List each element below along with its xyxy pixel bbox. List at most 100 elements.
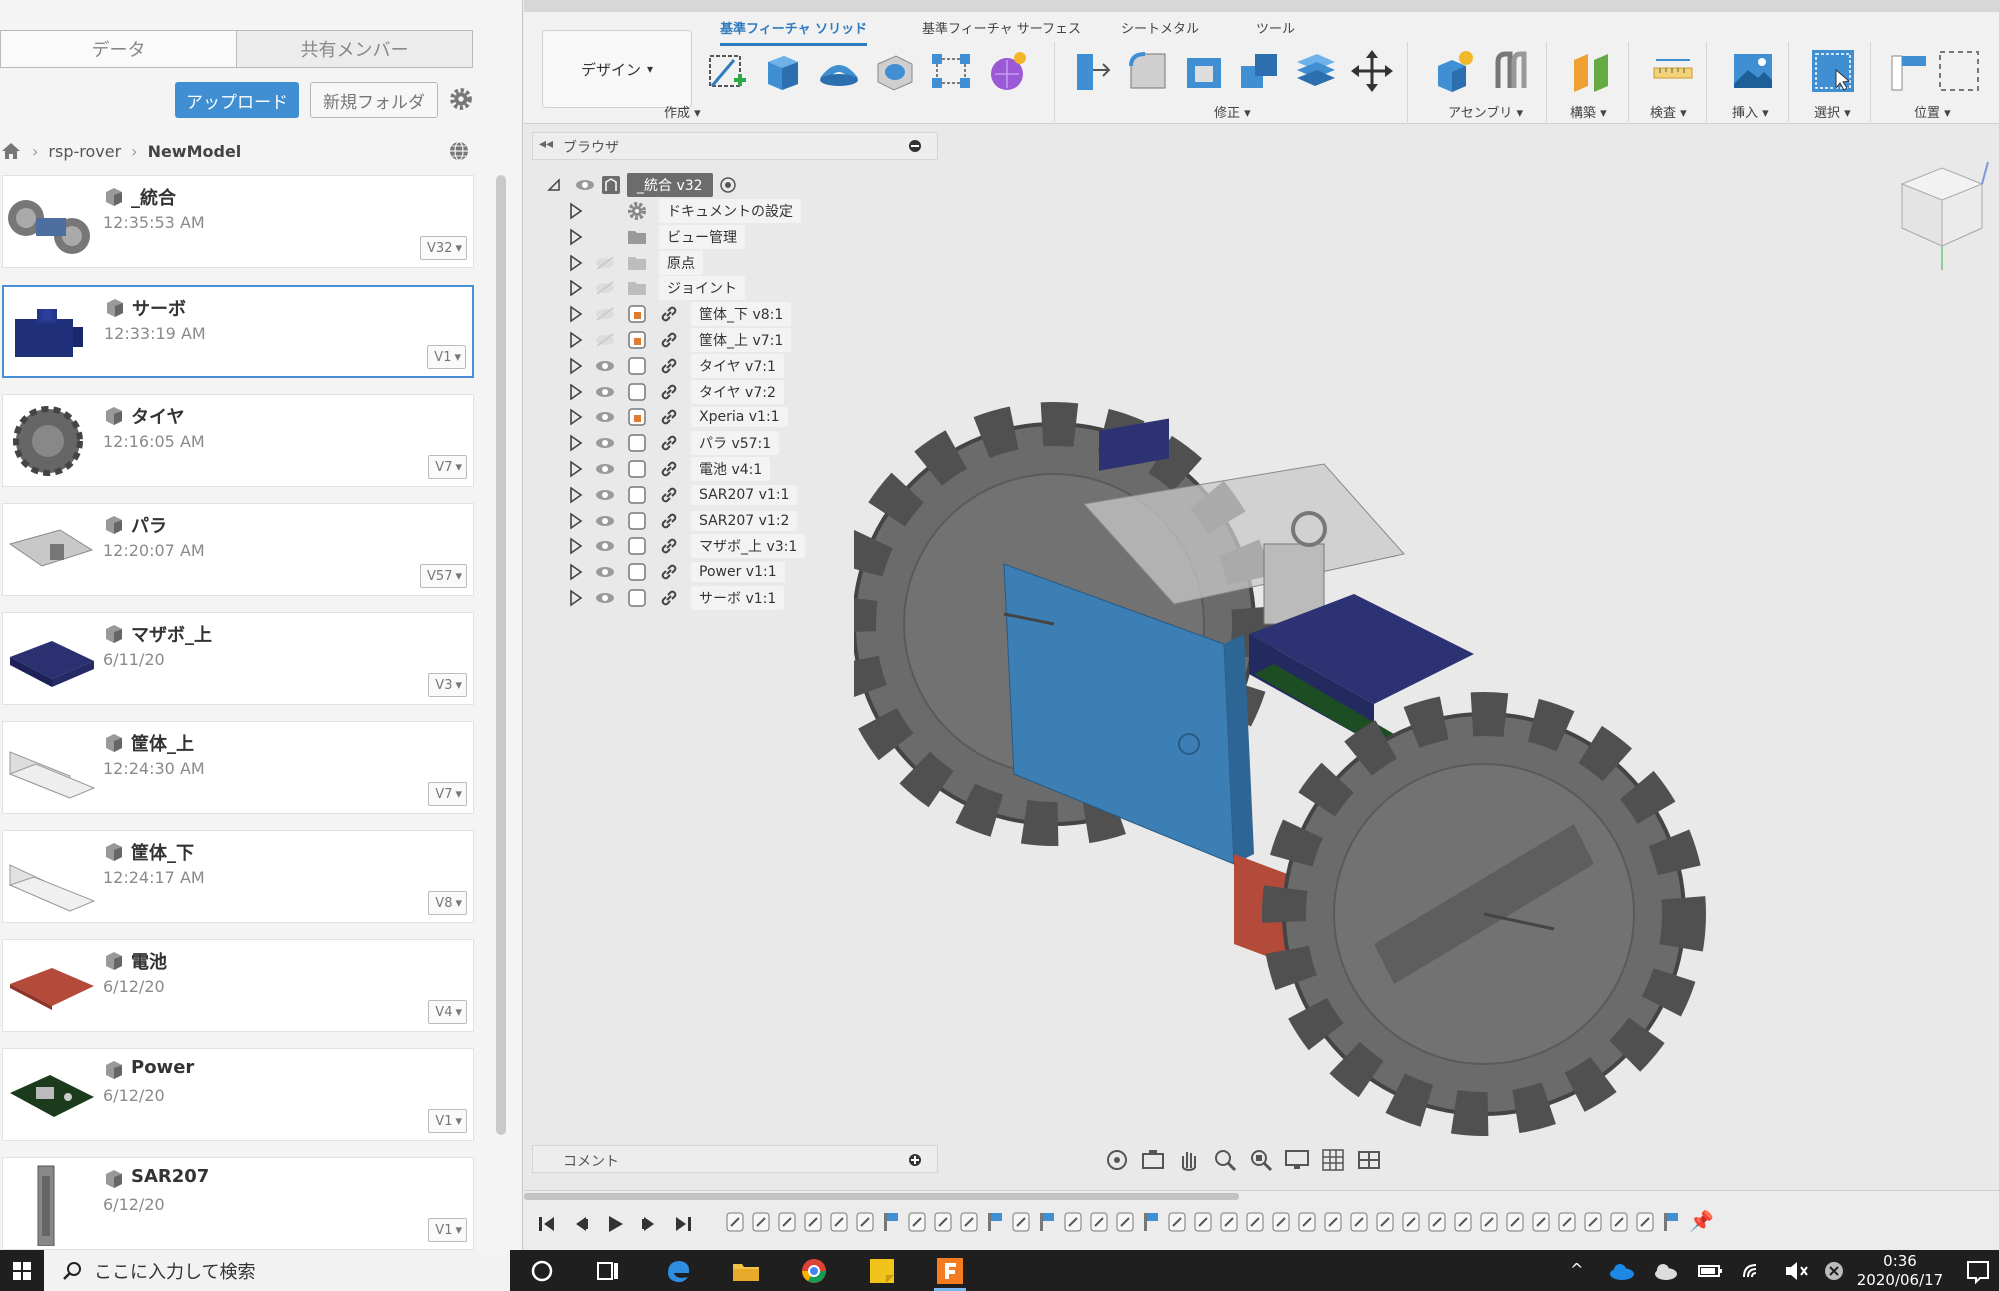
file-explorer-icon[interactable]	[730, 1255, 762, 1287]
eye-icon[interactable]	[593, 509, 617, 533]
file-card[interactable]: マザボ_上 6/11/20 V3 ▾	[2, 612, 474, 705]
expand-right-icon[interactable]	[567, 279, 585, 297]
timeline-joint-icon[interactable]	[1608, 1209, 1630, 1235]
timeline-component-icon[interactable]	[1660, 1209, 1682, 1235]
tree-item[interactable]: ドキュメントの設定	[567, 198, 801, 224]
version-badge[interactable]: V7 ▾	[428, 455, 467, 479]
tree-item[interactable]: サーボ v1:1	[567, 585, 785, 611]
timeline-joint-icon[interactable]	[932, 1209, 954, 1235]
eye-icon[interactable]	[593, 431, 617, 455]
expand-right-icon[interactable]	[567, 408, 585, 426]
step-back-icon[interactable]	[570, 1213, 592, 1235]
version-badge[interactable]: V4 ▾	[428, 1000, 467, 1024]
chevron-up-icon[interactable]: ^	[1570, 1260, 1583, 1279]
eye-icon[interactable]	[593, 483, 617, 507]
timeline-joint-icon[interactable]	[1478, 1209, 1500, 1235]
tree-item[interactable]: SAR207 v1:1	[567, 482, 798, 508]
press-pull-icon[interactable]	[1069, 48, 1115, 94]
form-icon[interactable]	[984, 48, 1030, 94]
volume-mute-icon[interactable]	[1780, 1255, 1812, 1287]
file-card[interactable]: 電池 6/12/20 V4 ▾	[2, 939, 474, 1032]
tree-root[interactable]: _統合 v32	[545, 172, 737, 198]
move-icon[interactable]	[1349, 48, 1395, 94]
scrollbar[interactable]	[496, 175, 506, 1135]
eye-hidden-icon[interactable]	[593, 302, 617, 326]
timeline-joint-icon[interactable]	[1348, 1209, 1370, 1235]
eye-hidden-icon[interactable]	[593, 328, 617, 352]
expand-right-icon[interactable]	[567, 589, 585, 607]
timeline-joint-icon[interactable]	[1244, 1209, 1266, 1235]
eye-icon[interactable]	[593, 405, 617, 429]
timeline-joint-icon[interactable]	[1504, 1209, 1526, 1235]
minus-icon[interactable]	[908, 139, 922, 153]
pattern-icon[interactable]	[928, 48, 974, 94]
tree-item[interactable]: パラ v57:1	[567, 430, 780, 456]
tree-item[interactable]: SAR207 v1:2	[567, 508, 798, 534]
tab-tools[interactable]: ツール	[1256, 18, 1295, 37]
rover-assembly-model[interactable]	[854, 304, 1734, 1204]
pan-icon[interactable]	[1175, 1146, 1203, 1174]
timeline-component-icon[interactable]	[880, 1209, 902, 1235]
edge-browser-icon[interactable]	[662, 1255, 694, 1287]
offset-face-icon[interactable]	[1293, 48, 1339, 94]
tree-item[interactable]: 電池 v4:1	[567, 456, 771, 482]
zoom-icon[interactable]	[1211, 1146, 1239, 1174]
expand-right-icon[interactable]	[567, 537, 585, 555]
group-modify-label[interactable]: 修正 ▾	[1214, 102, 1251, 121]
tree-item[interactable]: 原点	[567, 250, 703, 276]
globe-icon[interactable]	[448, 140, 470, 162]
battery-status-icon[interactable]	[1694, 1255, 1726, 1287]
chrome-icon[interactable]	[798, 1255, 830, 1287]
version-badge[interactable]: V8 ▾	[428, 891, 467, 915]
expand-right-icon[interactable]	[567, 434, 585, 452]
timeline-scrollbar[interactable]	[524, 1193, 1239, 1200]
expand-right-icon[interactable]	[567, 254, 585, 272]
expand-right-icon[interactable]	[567, 202, 585, 220]
insert-image-icon[interactable]	[1730, 48, 1776, 94]
version-badge[interactable]: V1 ▾	[428, 1218, 467, 1242]
timeline-joint-icon[interactable]	[1062, 1209, 1084, 1235]
comments-panel[interactable]: コメント	[532, 1145, 938, 1173]
add-comment-icon[interactable]	[908, 1153, 922, 1167]
group-create-label[interactable]: 作成 ▾	[664, 102, 701, 121]
gear-icon[interactable]	[448, 86, 474, 112]
task-view-icon[interactable]	[592, 1255, 624, 1287]
tree-item[interactable]: タイヤ v7:1	[567, 353, 784, 379]
tab-sheet-metal[interactable]: シートメタル	[1121, 18, 1199, 37]
tree-item[interactable]: 筐体_下 v8:1	[567, 301, 792, 327]
timeline-joint-icon[interactable]	[1296, 1209, 1318, 1235]
breadcrumb-project[interactable]: rsp-rover	[48, 142, 121, 161]
expand-right-icon[interactable]	[567, 563, 585, 581]
expand-right-icon[interactable]	[567, 486, 585, 504]
fit-icon[interactable]	[1247, 1146, 1275, 1174]
timeline-marker-icon[interactable]: 📌	[1689, 1209, 1714, 1233]
windows-start-icon[interactable]	[0, 1250, 44, 1291]
eye-hidden-icon[interactable]	[593, 251, 617, 275]
timeline-joint-icon[interactable]	[776, 1209, 798, 1235]
browser-header[interactable]: ◂◂ ブラウザ	[532, 132, 938, 160]
workspace-selector[interactable]: デザイン ▾	[542, 30, 692, 108]
tree-item[interactable]: ビュー管理	[567, 224, 745, 250]
go-to-start-icon[interactable]	[536, 1213, 558, 1235]
timeline-joint-icon[interactable]	[724, 1209, 746, 1235]
display-settings-icon[interactable]	[1283, 1146, 1311, 1174]
expand-right-icon[interactable]	[567, 331, 585, 349]
group-inspect-label[interactable]: 検査 ▾	[1650, 102, 1687, 121]
play-icon[interactable]	[604, 1213, 626, 1235]
expand-down-icon[interactable]	[545, 176, 563, 194]
version-badge[interactable]: V57 ▾	[420, 564, 467, 588]
tree-item[interactable]: ジョイント	[567, 275, 745, 301]
timeline-component-icon[interactable]	[1140, 1209, 1162, 1235]
capture-position-icon[interactable]	[1936, 48, 1982, 94]
viewports-icon[interactable]	[1355, 1146, 1383, 1174]
eye-icon[interactable]	[593, 457, 617, 481]
file-card[interactable]: サーボ 12:33:19 AM V1 ▾	[2, 285, 474, 378]
timeline-joint-icon[interactable]	[750, 1209, 772, 1235]
align-icon[interactable]	[1886, 48, 1932, 94]
expand-right-icon[interactable]	[567, 305, 585, 323]
file-card[interactable]: Power 6/12/20 V1 ▾	[2, 1048, 474, 1141]
shell-icon[interactable]	[1181, 48, 1227, 94]
breadcrumb-folder[interactable]: NewModel	[148, 142, 242, 161]
version-badge[interactable]: V3 ▾	[428, 673, 467, 697]
tree-item[interactable]: マザボ_上 v3:1	[567, 533, 806, 559]
